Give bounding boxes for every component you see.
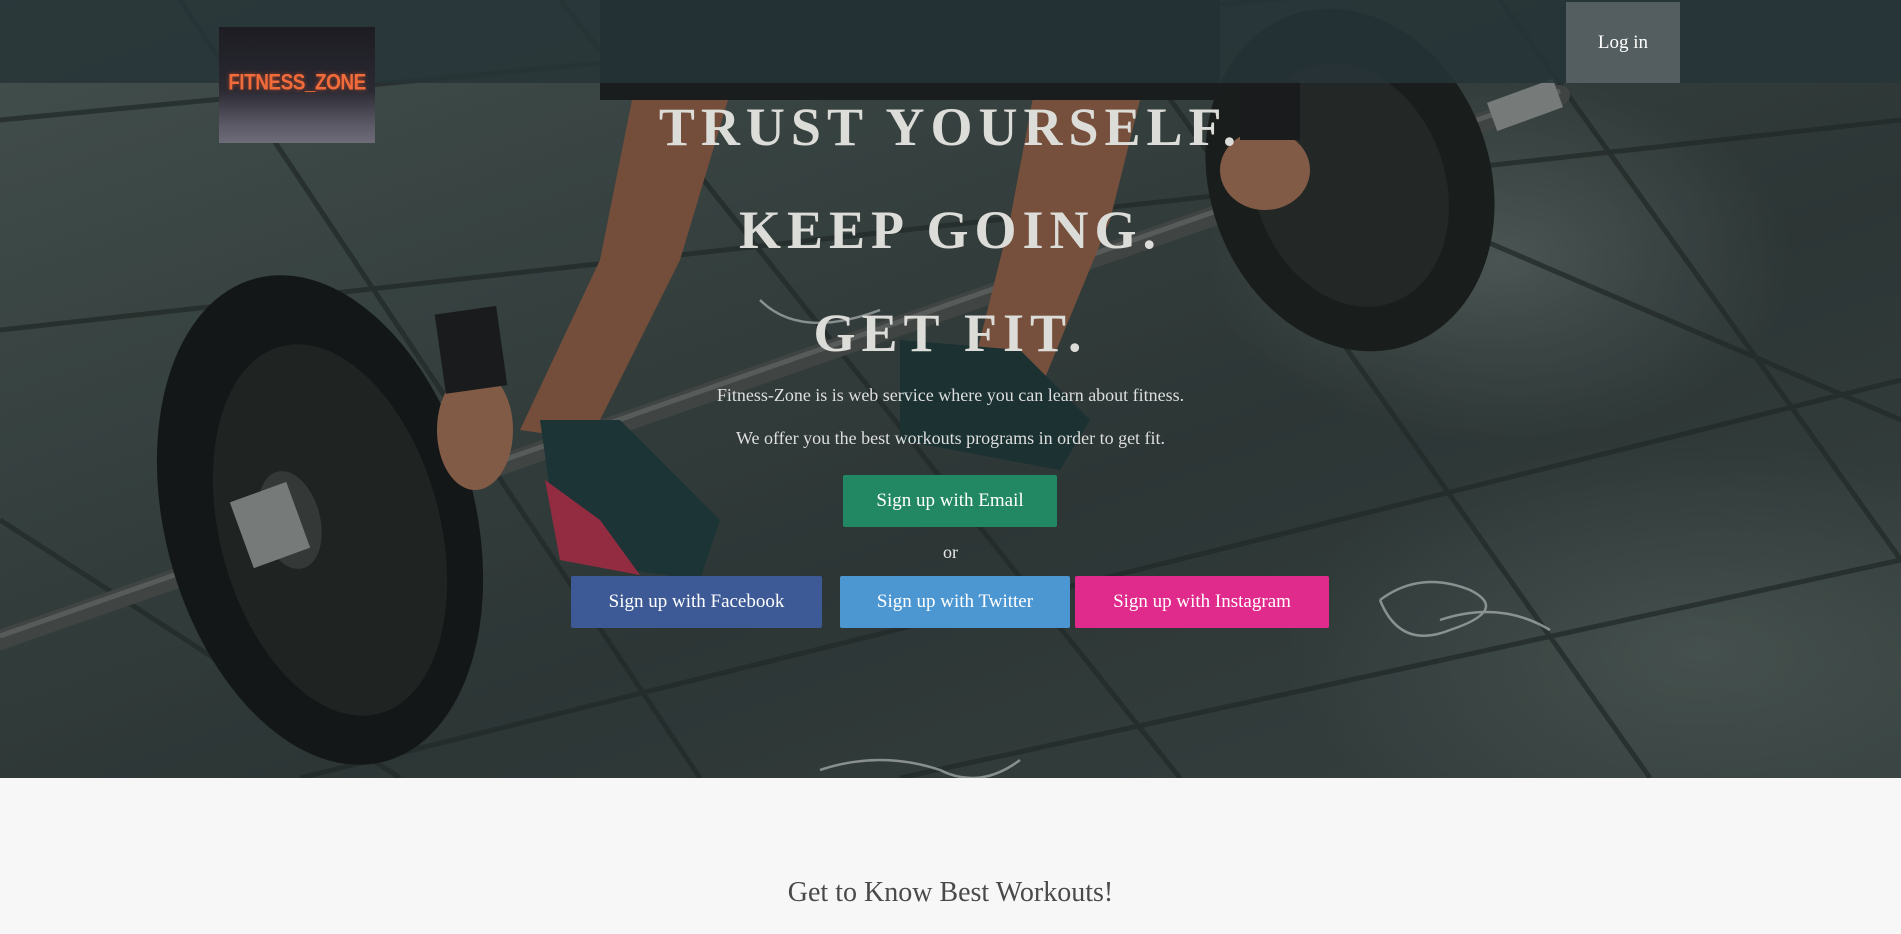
- headline-get-fit: GET FIT.: [813, 303, 1088, 363]
- signup-email-button[interactable]: Sign up with Email: [843, 475, 1057, 527]
- workouts-section-title: Get to Know Best Workouts!: [787, 877, 1114, 908]
- signup-instagram-button[interactable]: Sign up with Instagram: [1075, 576, 1329, 628]
- signup-facebook-button[interactable]: Sign up with Facebook: [571, 576, 822, 628]
- logo-text: FITNESS_ZONE: [228, 71, 366, 96]
- headline-keep-going: KEEP GOING.: [738, 200, 1163, 260]
- login-button[interactable]: Log in: [1566, 2, 1680, 83]
- signup-twitter-button[interactable]: Sign up with Twitter: [840, 576, 1070, 628]
- hero-description-2: We offer you the best workouts programs …: [735, 428, 1166, 448]
- fitness-zone-logo[interactable]: FITNESS_ZONE: [219, 27, 375, 143]
- or-separator: or: [943, 542, 958, 562]
- hero-description-1: Fitness-Zone is is web service where you…: [716, 385, 1185, 405]
